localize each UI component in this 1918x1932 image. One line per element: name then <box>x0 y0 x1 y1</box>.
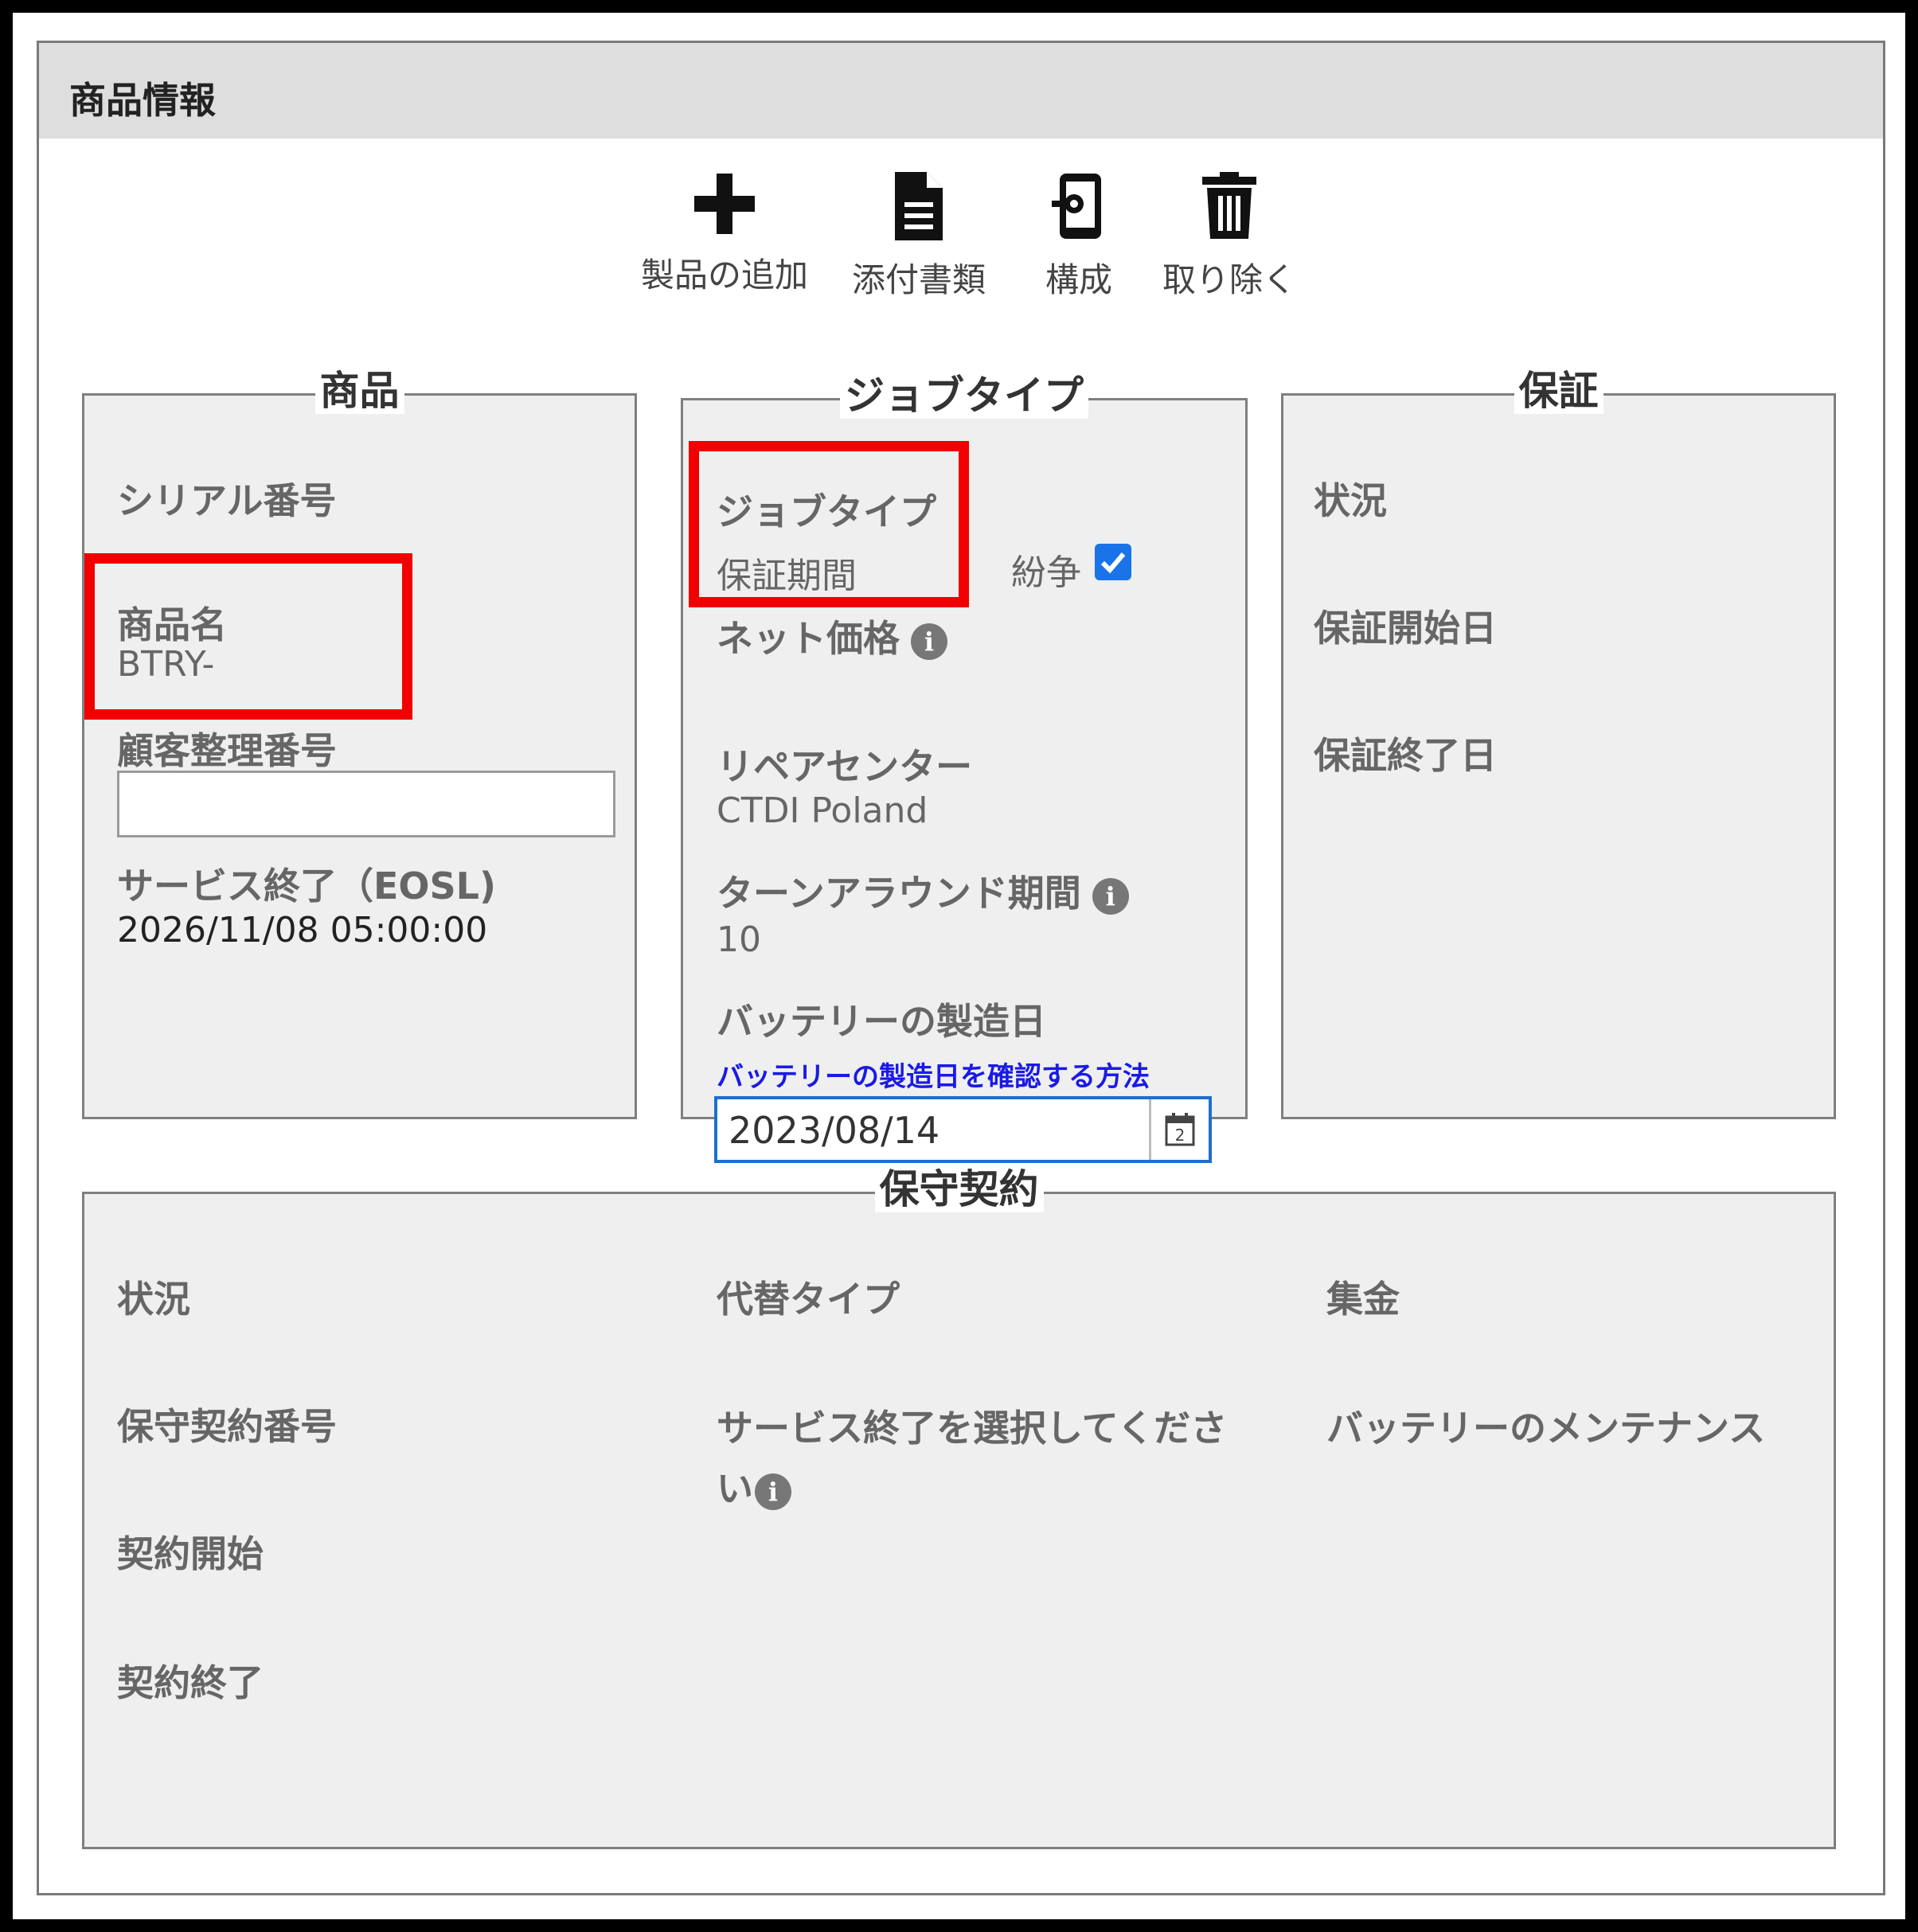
attachments-label: 添付書類 <box>851 260 986 299</box>
check-icon <box>1100 552 1126 574</box>
customer-ref-label: 顧客整理番号 <box>117 729 337 772</box>
net-price-text: ネット価格 <box>717 617 900 660</box>
calendar-button[interactable]: 2 <box>1149 1099 1209 1160</box>
battery-maintenance-label: バッテリーのメンテナンス <box>1326 1407 1766 1450</box>
maintenance-section: 保守契約 状況 保守契約番号 契約開始 契約終了 代替タイプ サービス終了を選択… <box>82 1166 1836 1849</box>
eos-select-label-line1: サービス終了を選択してくださ <box>717 1407 1228 1450</box>
contract-start-label: 契約開始 <box>117 1532 264 1575</box>
panel-title: 商品情報 <box>69 79 216 122</box>
plus-icon <box>694 174 755 234</box>
serial-number-label: シリアル番号 <box>117 479 337 522</box>
trash-icon <box>1202 172 1256 239</box>
remove-label: 取り除く <box>1162 260 1296 299</box>
job-type-legend: ジョブタイプ <box>840 373 1088 419</box>
net-price-label: ネット価格 i <box>717 610 947 662</box>
turnaround-label: ターンアラウンド期間 i <box>717 865 1129 917</box>
eosl-label: サービス終了（EOSL) <box>117 865 496 907</box>
configuration-button[interactable]: 構成 <box>1031 170 1127 302</box>
calendar-icon: 2 <box>1165 1113 1195 1146</box>
contract-end-label: 契約終了 <box>117 1661 264 1704</box>
customer-ref-input[interactable] <box>117 771 615 837</box>
turnaround-text: ターンアラウンド期間 <box>717 872 1081 915</box>
turnaround-value: 10 <box>717 919 761 960</box>
remove-button[interactable]: 取り除く <box>1154 170 1305 302</box>
panel-header: 商品情報 <box>39 43 1883 139</box>
info-icon[interactable]: i <box>755 1473 791 1510</box>
eos-select-label-line2: いi <box>717 1460 791 1512</box>
document-icon <box>895 172 943 240</box>
eosl-value: 2026/11/08 05:00:00 <box>117 910 488 950</box>
warranty-end-label: 保証終了日 <box>1314 734 1497 777</box>
highlight-job-type <box>689 441 969 607</box>
product-legend: 商品 <box>314 368 404 414</box>
info-icon[interactable]: i <box>1092 877 1129 915</box>
eos-select-text-line2: い <box>717 1467 753 1510</box>
add-product-button[interactable]: 製品の追加 <box>633 170 816 297</box>
repair-center-label: リペアセンター <box>717 745 973 788</box>
highlight-product-name <box>84 553 412 720</box>
battery-date-value: 2023/08/14 <box>729 1109 940 1152</box>
warranty-start-label: 保証開始日 <box>1314 607 1497 650</box>
attachments-button[interactable]: 添付書類 <box>843 170 994 302</box>
product-section: 商品 シリアル番号 商品名 BTRY- 顧客整理番号 サービス終了（EOSL) … <box>82 368 637 1119</box>
battery-date-help-link[interactable]: バッテリーの製造日を確認する方法 <box>717 1055 1150 1094</box>
dispute-label: 紛争 <box>1011 552 1081 593</box>
dispute-checkbox[interactable] <box>1095 544 1131 580</box>
maintenance-legend: 保守契約 <box>874 1166 1044 1212</box>
warranty-section: 保証 状況 保証開始日 保証終了日 <box>1281 368 1836 1119</box>
info-icon[interactable]: i <box>911 623 947 660</box>
configuration-label: 構成 <box>1045 260 1112 299</box>
contract-number-label: 保守契約番号 <box>117 1405 337 1448</box>
collection-label: 集金 <box>1326 1278 1400 1321</box>
warranty-status-label: 状況 <box>1314 479 1387 522</box>
battery-date-label: バッテリーの製造日 <box>717 1000 1046 1043</box>
warranty-legend: 保証 <box>1514 368 1604 414</box>
svg-text:2: 2 <box>1175 1126 1186 1145</box>
maintenance-status-label: 状況 <box>117 1278 190 1321</box>
alt-type-label: 代替タイプ <box>717 1278 900 1321</box>
battery-date-input[interactable]: 2023/08/14 2 <box>714 1096 1212 1163</box>
repair-center-value: CTDI Poland <box>717 790 928 831</box>
add-product-label: 製品の追加 <box>640 256 808 295</box>
config-icon <box>1052 174 1101 239</box>
